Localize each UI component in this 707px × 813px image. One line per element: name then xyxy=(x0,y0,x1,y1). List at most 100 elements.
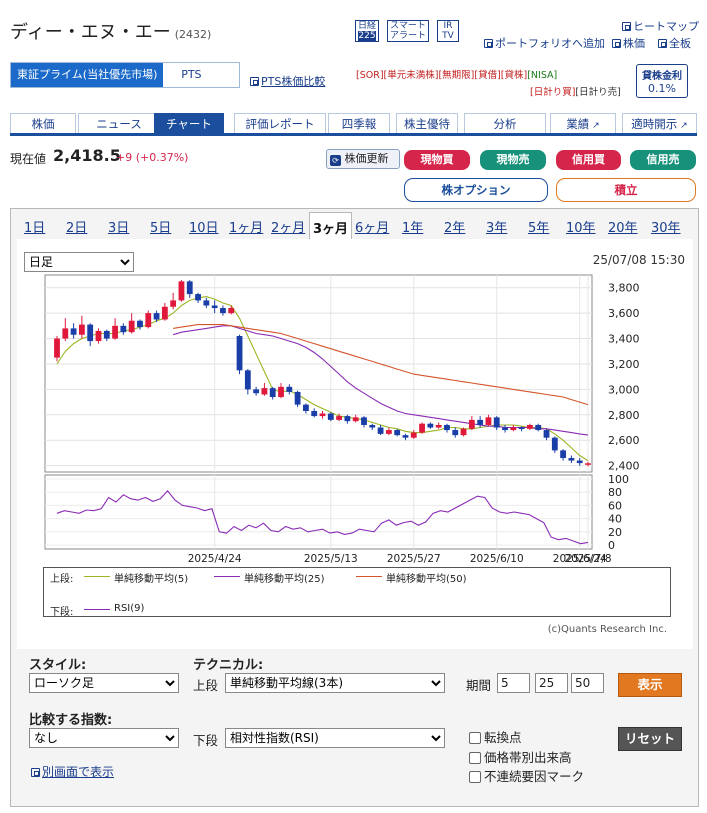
checkbox-box[interactable] xyxy=(469,771,481,783)
candle-body xyxy=(128,320,135,333)
checkbox-box[interactable] xyxy=(469,732,481,744)
tab-disclosure[interactable]: 適時開示 ↗ xyxy=(622,113,697,133)
date-tick-label: 2025/5/27 xyxy=(387,553,441,565)
lending-rate-value: 0.1% xyxy=(648,82,676,95)
external-link-icon: ↗ xyxy=(677,121,688,131)
period-3m[interactable]: 3ヶ月 xyxy=(309,212,353,240)
rsi-tick-label: 0 xyxy=(608,539,615,552)
portfolio-link[interactable]: ポートフォリオへ追加 xyxy=(484,35,605,51)
heatmap-link[interactable]: ヒートマップ xyxy=(622,18,699,34)
date-tick-label: 2025/5/13 xyxy=(304,553,358,565)
show-button[interactable]: 表示 xyxy=(618,673,682,697)
stock-option-button[interactable]: 株オプション xyxy=(404,178,548,202)
price-tick-label: 3,000 xyxy=(608,383,640,396)
style-select[interactable]: ローソク足 xyxy=(29,673,179,693)
stock-code: (2432) xyxy=(174,28,212,41)
candle-body xyxy=(585,463,591,465)
period-10d[interactable]: 10日 xyxy=(189,217,219,236)
candle-body xyxy=(377,427,384,434)
period-2y[interactable]: 2年 xyxy=(444,217,465,236)
smart-alert-icon[interactable]: スマート アラート xyxy=(387,20,429,42)
popout-link[interactable]: 別画面で表示 xyxy=(31,763,114,780)
candle-body xyxy=(477,419,484,425)
tab-earnings[interactable]: 業績 ↗ xyxy=(550,113,616,133)
window-icon xyxy=(612,39,621,48)
period-1y[interactable]: 1年 xyxy=(402,217,423,236)
compare-index-label: 比較する指数: xyxy=(29,713,113,728)
candle-body xyxy=(327,413,334,420)
margin-sell-button[interactable]: 信用売 xyxy=(630,150,696,170)
period-input-2[interactable]: 25 xyxy=(535,673,568,693)
candle-body xyxy=(385,430,392,434)
candle-body xyxy=(444,424,450,431)
full-board-link[interactable]: 全板 xyxy=(658,35,691,51)
candle-body xyxy=(576,460,583,464)
price-change: +9 (+0.37%) xyxy=(116,151,189,164)
tab-shareholder-benefits[interactable]: 株主優待 xyxy=(396,113,458,133)
lending-rate-box[interactable]: 貸株金利 0.1% xyxy=(636,64,688,98)
upper-label: 上段 xyxy=(193,678,219,693)
lower-label: 下段 xyxy=(193,733,219,748)
cash-sell-button[interactable]: 現物売 xyxy=(480,150,546,170)
candle-body xyxy=(120,325,127,333)
candle-body xyxy=(211,305,218,309)
price-tick-label: 2,400 xyxy=(608,460,640,473)
refresh-button[interactable]: ⟳ 株価更新 xyxy=(326,149,400,169)
checkbox-box[interactable] xyxy=(469,752,481,764)
stock-price-link[interactable]: 株価 xyxy=(612,35,645,51)
candle-body xyxy=(361,417,367,425)
period-6m[interactable]: 6ヶ月 xyxy=(355,217,389,236)
compare-index-select[interactable]: なし xyxy=(29,728,179,748)
tab-analysis[interactable]: 分析 xyxy=(464,113,546,133)
candle-body xyxy=(427,423,434,428)
candle-body xyxy=(452,430,459,436)
legend-rsi: RSI(9) xyxy=(114,603,145,614)
candle-body xyxy=(468,419,475,429)
current-price-label: 現在値 xyxy=(10,152,47,166)
upper-technical-select[interactable]: 単純移動平均線(3本) xyxy=(225,673,445,693)
accumulate-button[interactable]: 積立 xyxy=(556,178,696,202)
margin-buy-button[interactable]: 信用買 xyxy=(556,150,621,170)
candle-body xyxy=(419,423,425,433)
ir-tv-icon[interactable]: IR TV xyxy=(437,20,459,42)
period-1d[interactable]: 1日 xyxy=(24,217,45,236)
candle-body xyxy=(286,386,293,392)
period-5y[interactable]: 5年 xyxy=(528,217,549,236)
company-title: ディー・エヌ・エー (2432) xyxy=(10,18,211,44)
tab-shikiho[interactable]: 四季報 xyxy=(328,113,390,133)
period-10y[interactable]: 10年 xyxy=(566,217,596,236)
period-30y[interactable]: 30年 xyxy=(651,217,681,236)
period-3d[interactable]: 3日 xyxy=(108,217,129,236)
cash-buy-button[interactable]: 現物買 xyxy=(404,150,470,170)
tab-rating-report[interactable]: 評価レポート xyxy=(234,113,326,133)
checkbox-discontinuity-mark[interactable]: 不連続要因マーク xyxy=(469,766,584,785)
candle-body xyxy=(244,370,251,390)
candle-body xyxy=(253,389,260,394)
checkbox-volume-by-price[interactable]: 価格帯別出来高 xyxy=(469,747,572,766)
period-2d[interactable]: 2日 xyxy=(66,217,87,236)
tab-news[interactable]: ニュース xyxy=(78,113,160,133)
price-tick-label: 3,400 xyxy=(608,333,640,346)
period-20y[interactable]: 20年 xyxy=(608,217,638,236)
tab-chart[interactable]: チャート xyxy=(154,113,224,133)
period-1m[interactable]: 1ヶ月 xyxy=(229,217,263,236)
reset-button[interactable]: リセット xyxy=(618,727,682,751)
pts-compare-link[interactable]: PTS株価比較 xyxy=(250,73,325,89)
candle-body xyxy=(394,430,401,436)
market-tse-prime[interactable]: 東証プライム(当社優先市場) xyxy=(11,63,164,87)
checkbox-turning-point[interactable]: 転換点 xyxy=(469,727,522,746)
period-3y[interactable]: 3年 xyxy=(486,217,507,236)
period-2m[interactable]: 2ヶ月 xyxy=(271,217,305,236)
tab-stock-price[interactable]: 株価 xyxy=(10,113,76,133)
market-pts[interactable]: PTS xyxy=(163,63,219,87)
candle-body xyxy=(535,424,542,431)
candle-body xyxy=(203,300,210,306)
nikkei-225-icon[interactable]: 日経 225 xyxy=(355,20,379,42)
candle-body xyxy=(510,427,517,431)
lower-technical-select[interactable]: 相対性指数(RSI) xyxy=(225,728,445,748)
period-input-1[interactable]: 5 xyxy=(497,673,530,693)
portfolio-icon xyxy=(484,39,493,48)
period-input-3[interactable]: 50 xyxy=(571,673,604,693)
period-5d[interactable]: 5日 xyxy=(150,217,171,236)
chart-legend: 上段: 単純移動平均(5) 単純移動平均(25) 単純移動平均(50) 下段: … xyxy=(43,567,671,618)
